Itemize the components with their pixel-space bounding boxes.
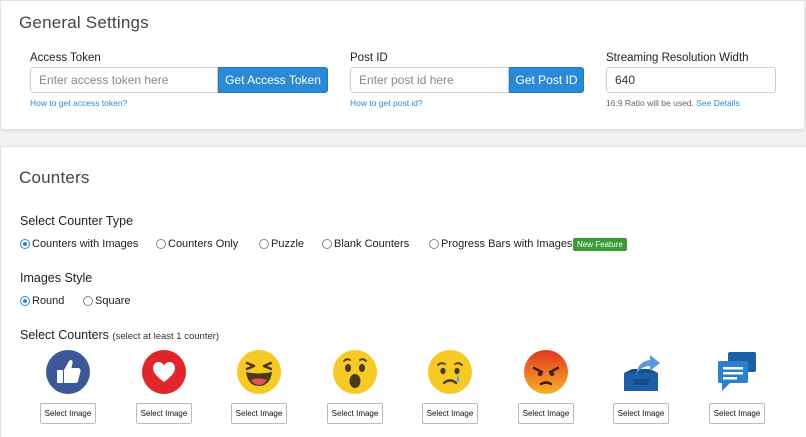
select-image-button[interactable]: Select Image [612, 403, 670, 424]
post-id-label: Post ID [350, 52, 388, 64]
counters-panel: Counters Select Counter Type Counters wi… [0, 146, 806, 437]
counter-angry: Select Image [516, 349, 576, 424]
counter-like: Select Image [38, 349, 98, 424]
select-image-button[interactable]: Select Image [517, 403, 575, 424]
radio-label: Square [95, 295, 131, 307]
counter-sad: Select Image [420, 349, 480, 424]
post-id-input[interactable] [350, 67, 509, 93]
radio-button[interactable] [429, 239, 439, 249]
resolution-note-text: 16:9 Ratio will be used. [606, 98, 694, 108]
counter-wow: Select Image [325, 349, 385, 424]
radio-puzzle[interactable]: Puzzle [259, 238, 304, 250]
radio-button-checked[interactable] [20, 296, 30, 306]
select-counters-subtitle: (select at least 1 counter) [112, 331, 220, 342]
radio-label: Counters Only [168, 238, 239, 250]
select-image-button[interactable]: Select Image [708, 403, 766, 424]
radio-square[interactable]: Square [83, 295, 130, 307]
get-access-token-button[interactable]: Get Access Token [218, 67, 328, 93]
radio-label: Round [32, 295, 65, 307]
haha-icon [237, 350, 281, 394]
radio-button-checked[interactable] [20, 239, 30, 249]
new-feature-badge: New Feature [573, 238, 627, 251]
resolution-width-input[interactable] [606, 67, 776, 93]
resolution-label: Streaming Resolution Width [606, 52, 749, 64]
radio-label: Progress Bars with Images [441, 238, 573, 250]
counters-title: Counters [19, 168, 90, 187]
radio-label: Counters with Images [32, 238, 139, 250]
see-details-link[interactable]: See Details [696, 98, 739, 108]
radio-counters-only[interactable]: Counters Only [156, 238, 238, 250]
access-token-label: Access Token [30, 52, 101, 64]
radio-button[interactable] [259, 239, 269, 249]
counter-haha: Select Image [229, 349, 289, 424]
angry-icon [524, 350, 568, 394]
post-id-help-link[interactable]: How to get post id? [350, 98, 423, 108]
select-image-button[interactable]: Select Image [421, 403, 479, 424]
access-token-input[interactable] [30, 67, 218, 93]
radio-button[interactable] [83, 296, 93, 306]
select-image-button[interactable]: Select Image [39, 403, 97, 424]
radio-button[interactable] [322, 239, 332, 249]
select-counters-title: Select Counters (select at least 1 count… [20, 328, 219, 342]
like-icon [46, 350, 90, 394]
radio-progress-bars[interactable]: Progress Bars with Images [429, 238, 572, 250]
radio-button[interactable] [156, 239, 166, 249]
radio-label: Blank Counters [334, 238, 410, 250]
sad-icon [428, 350, 472, 394]
love-icon [142, 350, 186, 394]
select-image-button[interactable]: Select Image [135, 403, 193, 424]
general-settings-title: General Settings [19, 13, 149, 32]
select-image-button[interactable]: Select Image [230, 403, 288, 424]
select-image-button[interactable]: Select Image [326, 403, 384, 424]
select-counters-heading: Select Counters [20, 328, 109, 342]
counter-type-title: Select Counter Type [20, 214, 134, 228]
counter-love: Select Image [134, 349, 194, 424]
share-icon [624, 355, 660, 391]
counter-comment: Select Image [707, 349, 767, 424]
radio-blank-counters[interactable]: Blank Counters [322, 238, 409, 250]
radio-counters-with-images[interactable]: Counters with Images [20, 238, 138, 250]
general-settings-panel: General Settings Access Token Get Access… [0, 0, 805, 130]
access-token-help-link[interactable]: How to get access token? [30, 98, 127, 108]
get-post-id-button[interactable]: Get Post ID [509, 67, 584, 93]
wow-icon [333, 350, 377, 394]
comment-icon [718, 352, 756, 391]
radio-label: Puzzle [271, 238, 305, 250]
images-style-title: Images Style [20, 271, 93, 285]
radio-round[interactable]: Round [20, 295, 64, 307]
counter-share: Select Image [611, 349, 671, 424]
resolution-note: 16:9 Ratio will be used. See Details [606, 98, 740, 108]
